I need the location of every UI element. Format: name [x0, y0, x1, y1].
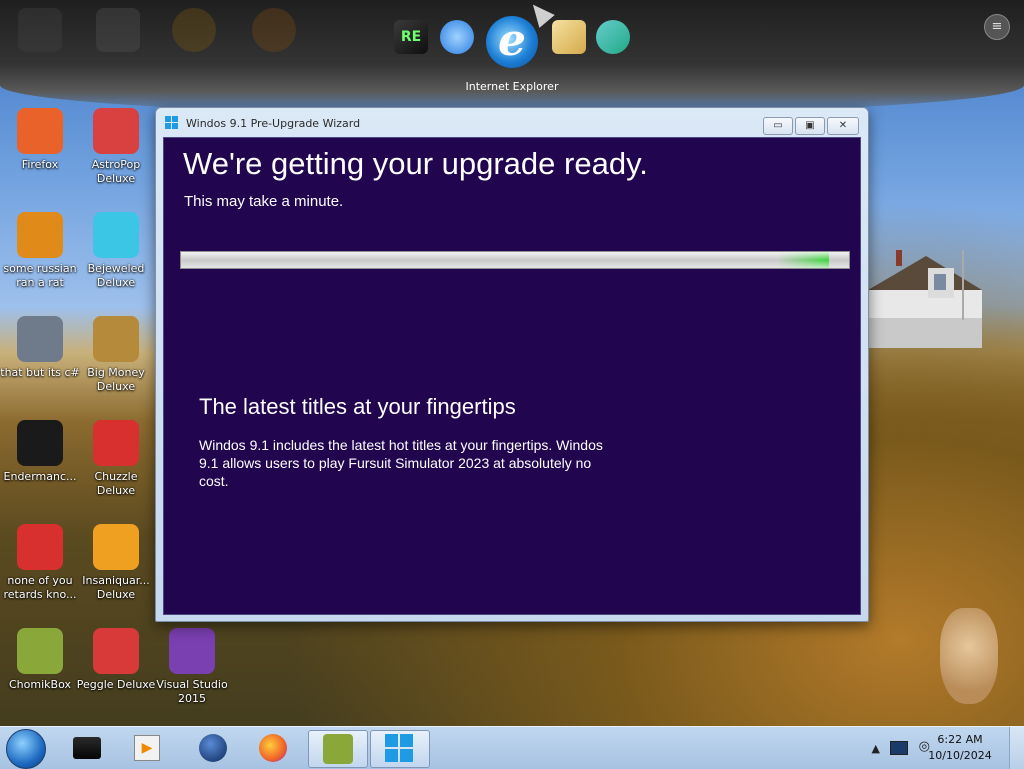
desktop-icon-label: ChomikBox: [9, 678, 71, 691]
money-bag-icon: [93, 316, 139, 362]
media-player-icon[interactable]: ▶: [118, 730, 176, 766]
de-icon: [17, 212, 63, 258]
wizard-content: We're getting your upgrade ready. This m…: [163, 137, 861, 615]
red-bird-icon: [17, 524, 63, 570]
upgrade-wizard-window[interactable]: Windos 9.1 Pre-Upgrade Wizard ▭ ▣ ✕ We'r…: [155, 107, 869, 622]
bejeweled-gem-icon: [93, 212, 139, 258]
show-desktop-button[interactable]: [1009, 727, 1024, 769]
desktop-icon[interactable]: Firefox: [0, 108, 80, 172]
desktop-icon-label: that but its c#: [0, 366, 80, 379]
desktop-icon-label: AstroPop Deluxe: [91, 158, 141, 185]
chomikbox-icon: [17, 628, 63, 674]
clock[interactable]: 6:22 AM 10/10/2024: [920, 732, 1000, 764]
desktop-icon-label: some russian ran a rat: [3, 262, 77, 289]
window-titlebar[interactable]: Windos 9.1 Pre-Upgrade Wizard ▭ ▣ ✕: [156, 108, 868, 136]
fish-icon: [93, 524, 139, 570]
show-hidden-icons-arrow-icon[interactable]: ▲: [872, 742, 880, 755]
desktop-icon[interactable]: Chuzzle Deluxe: [76, 420, 156, 498]
maximize-button[interactable]: ▣: [795, 117, 825, 135]
desktop-icon[interactable]: Peggle Deluxe: [76, 628, 156, 692]
section-text: Windos 9.1 includes the latest hot title…: [199, 437, 603, 489]
desktop-icon[interactable]: Big Money Deluxe: [76, 316, 156, 394]
lighthouse-house-image: [868, 250, 982, 348]
faded-dock-icon: [18, 8, 62, 52]
desktop-icon-label: Peggle Deluxe: [76, 678, 156, 691]
section-title: The latest titles at your fingertips: [199, 394, 516, 419]
faded-dock-icon: [172, 8, 216, 52]
desktop-icon[interactable]: Endermanc...: [0, 420, 80, 484]
desktop-icon-label: Visual Studio 2015: [156, 678, 228, 705]
desktop-icon[interactable]: none of you retards kno...: [0, 524, 80, 602]
start-button[interactable]: [6, 729, 46, 769]
dock-menu-icon[interactable]: ≡: [984, 14, 1010, 40]
clock-time: 6:22 AM: [937, 733, 983, 746]
page-title: We're getting your upgrade ready.: [183, 146, 648, 181]
minimize-button[interactable]: ▭: [763, 117, 793, 135]
stacked-windows-icon: [17, 316, 63, 362]
desktop-icon[interactable]: Bejeweled Deluxe: [76, 212, 156, 290]
desktop-icon-label: Bejeweled Deluxe: [87, 262, 145, 289]
faded-dock-icon: [252, 8, 296, 52]
upgrade-progress-bar: [180, 251, 850, 269]
dark-box-icon[interactable]: [58, 730, 116, 766]
network-globe-icon[interactable]: [440, 20, 474, 54]
faded-dock-icon: [96, 8, 140, 52]
close-button[interactable]: ✕: [827, 117, 859, 135]
desktop-icon-label: Firefox: [21, 158, 59, 171]
desktop-icon[interactable]: some russian ran a rat: [0, 212, 80, 290]
chuzzle-icon: [93, 420, 139, 466]
desktop-icon[interactable]: AstroPop Deluxe: [76, 108, 156, 186]
firefox-icon: [17, 108, 63, 154]
windows-logo-icon[interactable]: [370, 730, 430, 768]
desktop-icon[interactable]: ChomikBox: [0, 628, 80, 692]
desktop-icon-label: Endermanc...: [3, 470, 77, 483]
visual-studio-icon: [169, 628, 215, 674]
desktop-icon-label: none of you retards kno...: [3, 574, 77, 601]
desktop-icon-label: Big Money Deluxe: [87, 366, 145, 393]
hamster-image: [940, 608, 998, 704]
chomikbox-icon[interactable]: [308, 730, 368, 768]
desktop-icon-label: Insaniquar... Deluxe: [82, 574, 150, 601]
globe-icon[interactable]: [184, 730, 242, 766]
desktop-icon[interactable]: Insaniquar... Deluxe: [76, 524, 156, 602]
page-subtitle: This may take a minute.: [184, 193, 344, 210]
network-icon[interactable]: [890, 741, 908, 755]
desktop-icon-label: Chuzzle Deluxe: [94, 470, 138, 497]
dock-active-label: Internet Explorer: [465, 80, 559, 93]
window-title: Windos 9.1 Pre-Upgrade Wizard: [186, 117, 361, 130]
progress-fill: [181, 252, 829, 268]
peggle-icon: [93, 628, 139, 674]
windows-logo-icon: [165, 116, 179, 130]
clock-date: 10/10/2024: [928, 749, 992, 762]
firefox-icon[interactable]: [244, 730, 302, 766]
top-dock: RE e Internet Explorer ≡: [0, 0, 1024, 115]
console-icon: [17, 420, 63, 466]
users-icon[interactable]: [596, 20, 630, 54]
folder-mail-icon[interactable]: [552, 20, 586, 54]
internet-explorer-icon[interactable]: e: [486, 16, 538, 68]
taskbar: ▶ ▲ ◎ 6:22 AM 10/10/2024: [0, 726, 1024, 769]
astropop-icon: [93, 108, 139, 154]
desktop-icon[interactable]: that but its c#: [0, 316, 80, 380]
tiles-icon[interactable]: RE: [394, 20, 428, 54]
desktop-icon[interactable]: Visual Studio 2015: [152, 628, 232, 706]
